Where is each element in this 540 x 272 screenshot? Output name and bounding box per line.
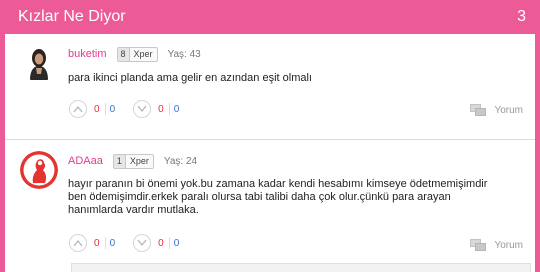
username-link[interactable]: buketim [68, 48, 107, 60]
downvote-count-red: 0 [158, 237, 164, 249]
divider [168, 237, 170, 249]
reply-button[interactable]: Yorum [470, 239, 523, 251]
thumb-down-icon[interactable] [133, 234, 152, 252]
comment-icon [470, 104, 487, 116]
thumb-down-icon[interactable] [133, 100, 152, 118]
comment-item: ADAaa 1 Xper Yaş: 24 hayır paranın bi ön… [5, 141, 535, 272]
divider [104, 237, 106, 249]
vote-actions: 0 0 0 0 [69, 233, 179, 253]
comment-item: buketim 8 Xper Yaş: 43 para ikinci pland… [5, 34, 535, 140]
comment-text: para ikinci planda ama gelir en azından … [68, 72, 312, 84]
reply-input-area[interactable] [71, 263, 531, 272]
comment-count: 3 [517, 8, 526, 25]
reply-label: Yorum [494, 239, 523, 251]
downvote-count-blue: 0 [173, 103, 180, 115]
avatar[interactable] [20, 44, 58, 82]
username-link[interactable]: ADAaa [68, 155, 103, 167]
avatar[interactable] [20, 151, 58, 189]
downvote-count-blue: 0 [173, 237, 180, 249]
divider [168, 103, 170, 115]
upvote-count-blue: 0 [109, 237, 116, 249]
reply-label: Yorum [494, 104, 523, 116]
xper-label: Xper [129, 156, 149, 166]
xper-label: Xper [133, 49, 153, 59]
xper-badge[interactable]: 8 Xper [116, 46, 158, 62]
xper-level: 8 [117, 47, 130, 61]
upvote-count-red: 0 [94, 103, 100, 115]
user-age: Yaş: 43 [167, 48, 201, 60]
comment-meta: buketim 8 Xper Yaş: 43 [68, 46, 201, 62]
comment-text: hayır paranın bi önemi yok.bu zamana kad… [68, 178, 488, 216]
xper-level: 1 [113, 154, 126, 168]
section-header: Kızlar Ne Diyor 3 [0, 0, 540, 34]
comment-meta: ADAaa 1 Xper Yaş: 24 [68, 153, 197, 169]
divider [104, 103, 106, 115]
thumb-up-icon[interactable] [69, 234, 87, 252]
reply-button[interactable]: Yorum [470, 104, 523, 116]
downvote-count-red: 0 [158, 103, 164, 115]
vote-actions: 0 0 0 0 [69, 99, 179, 119]
user-age: Yaş: 24 [163, 155, 198, 167]
xper-badge[interactable]: 1 Xper [112, 153, 154, 169]
upvote-count-blue: 0 [109, 103, 116, 115]
upvote-count-red: 0 [94, 237, 100, 249]
section-title: Kızlar Ne Diyor [18, 8, 126, 25]
comment-icon [470, 239, 487, 251]
thumb-up-icon[interactable] [69, 100, 87, 118]
